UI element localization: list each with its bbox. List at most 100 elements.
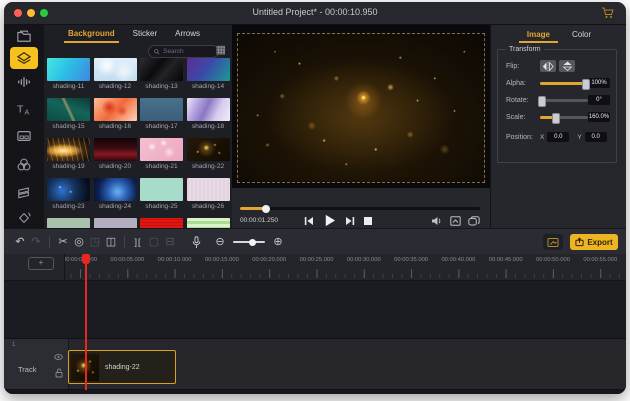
search-input[interactable] [163,48,209,55]
scissors-icon[interactable]: ✂ [55,236,71,248]
alpha-value[interactable]: 100% [588,78,610,88]
thumbnail-shading-26[interactable]: shading-26 [187,178,230,218]
thumbnail-unnamed[interactable] [94,218,137,228]
thumbnail-image[interactable] [47,218,90,228]
redo-icon[interactable]: ↷ [28,236,44,248]
thumbnail-shading-22[interactable]: shading-22 [187,138,230,178]
tab-background[interactable]: Background [68,29,115,40]
thumbnail-shading-13[interactable]: shading-13 [140,58,183,98]
timeline-empty-area[interactable] [4,281,626,338]
seek-handle[interactable] [262,205,270,213]
thumbnail-shading-12[interactable]: shading-12 [94,58,137,98]
track-lock-icon[interactable] [55,368,63,378]
sidebar-item-audio[interactable] [10,71,38,93]
grid-view-icon[interactable]: ▦ [216,44,226,57]
thumbnail-unnamed[interactable] [47,218,90,228]
thumbnail-unnamed[interactable] [140,218,183,228]
microphone-icon[interactable] [188,236,204,249]
thumbnail-image[interactable] [187,58,230,81]
thumbnail-image[interactable] [187,98,230,121]
rotate-slider[interactable] [540,99,588,102]
export-settings-button[interactable] [543,234,563,250]
thumbnail-shading-14[interactable]: shading-14 [187,58,230,98]
thumbnail-image[interactable] [140,58,183,81]
thumbnail-image[interactable] [187,138,230,161]
play-button[interactable] [323,214,336,227]
scale-slider-handle[interactable] [552,113,560,124]
thumbnail-image[interactable] [47,178,90,201]
stop-button[interactable] [364,217,372,225]
position-x-value[interactable]: 0.0 [547,132,569,142]
tab-arrows[interactable]: Arrows [175,29,200,40]
timeline-clip-shading-22[interactable]: shading-22 [68,350,176,384]
thumbnail-shading-16[interactable]: shading-16 [94,98,137,138]
rotate-slider-handle[interactable] [538,96,546,107]
sidebar-item-text[interactable]: TA [10,98,38,120]
video-canvas[interactable] [237,33,485,183]
zoom-in-icon[interactable]: ⊕ [270,236,286,248]
volume-icon[interactable] [431,216,443,226]
search-box[interactable] [148,45,219,58]
duplicate-icon[interactable]: ◳ [87,236,103,248]
previous-frame-button[interactable] [304,216,314,226]
thumbnail-shading-25[interactable]: shading-25 [140,178,183,218]
thumbnail-image[interactable] [94,58,137,81]
sidebar-item-transition[interactable] [10,125,38,147]
thumbnail-image[interactable] [94,178,137,201]
thumbnail-shading-15[interactable]: shading-15 [47,98,90,138]
thumbnail-unnamed[interactable] [187,218,230,228]
sidebar-item-filter[interactable] [10,153,38,175]
detach-icon[interactable]: ◎ [71,236,87,248]
alpha-slider[interactable] [540,82,588,85]
trim-icon[interactable]: ◫ [103,236,119,248]
merge-icon[interactable]: ⊟ [162,236,178,248]
thumbnail-shading-17[interactable]: shading-17 [140,98,183,138]
track-visibility-eye-icon[interactable] [54,354,63,360]
thumbnail-image[interactable] [94,218,137,228]
thumbnail-image[interactable] [94,98,137,121]
scale-slider[interactable] [540,116,588,119]
thumbnail-shading-20[interactable]: shading-20 [94,138,137,178]
zoom-out-icon[interactable]: ⊖ [212,236,228,248]
flip-horizontal-button[interactable] [540,60,556,72]
thumbnail-image[interactable] [47,138,90,161]
thumbnail-image[interactable] [47,58,90,81]
add-track-button[interactable]: + [28,257,54,270]
zoom-slider-handle[interactable] [249,239,256,246]
flip-vertical-button[interactable] [559,60,575,72]
seek-bar[interactable] [240,207,480,210]
tab-color[interactable]: Color [572,30,591,39]
thumbnail-image[interactable] [187,218,230,228]
timeline-ruler[interactable]: + 00:00:00.00000:00:05.00000:00:10.00000… [4,254,626,281]
sidebar-item-overlay[interactable] [10,181,38,203]
export-button[interactable]: Export [570,234,618,250]
thumbnail-image[interactable] [140,218,183,228]
crop-frame-icon[interactable]: ▢ [146,236,162,248]
sidebar-item-media[interactable] [10,25,38,47]
fullscreen-icon[interactable] [450,216,461,226]
snapshot-icon[interactable] [468,216,480,226]
thumbnail-image[interactable] [140,178,183,201]
thumbnail-image[interactable] [140,138,183,161]
thumbnail-image[interactable] [94,138,137,161]
thumbnail-shading-23[interactable]: shading-23 [47,178,90,218]
thumbnail-image[interactable] [47,98,90,121]
sidebar-item-crop[interactable] [10,207,38,229]
thumbnail-shading-11[interactable]: shading-11 [47,58,90,98]
thumbnail-shading-19[interactable]: shading-19 [47,138,90,178]
thumbnail-shading-21[interactable]: shading-21 [140,138,183,178]
tab-sticker[interactable]: Sticker [133,29,157,40]
thumbnail-image[interactable] [187,178,230,201]
timeline-zoom-slider[interactable] [233,241,265,243]
undo-icon[interactable]: ↶ [12,236,28,248]
position-y-value[interactable]: 0.0 [585,132,607,142]
tab-image[interactable]: Image [527,30,550,39]
alpha-slider-handle[interactable] [582,79,590,90]
thumbnail-shading-18[interactable]: shading-18 [187,98,230,138]
sidebar-item-background[interactable] [10,47,38,69]
rotate-value[interactable]: 0° [588,95,610,105]
store-cart-icon[interactable] [601,7,614,19]
thumbnail-shading-24[interactable]: shading-24 [94,178,137,218]
next-frame-button[interactable] [345,216,355,226]
scale-value[interactable]: 160.0% [588,112,610,122]
